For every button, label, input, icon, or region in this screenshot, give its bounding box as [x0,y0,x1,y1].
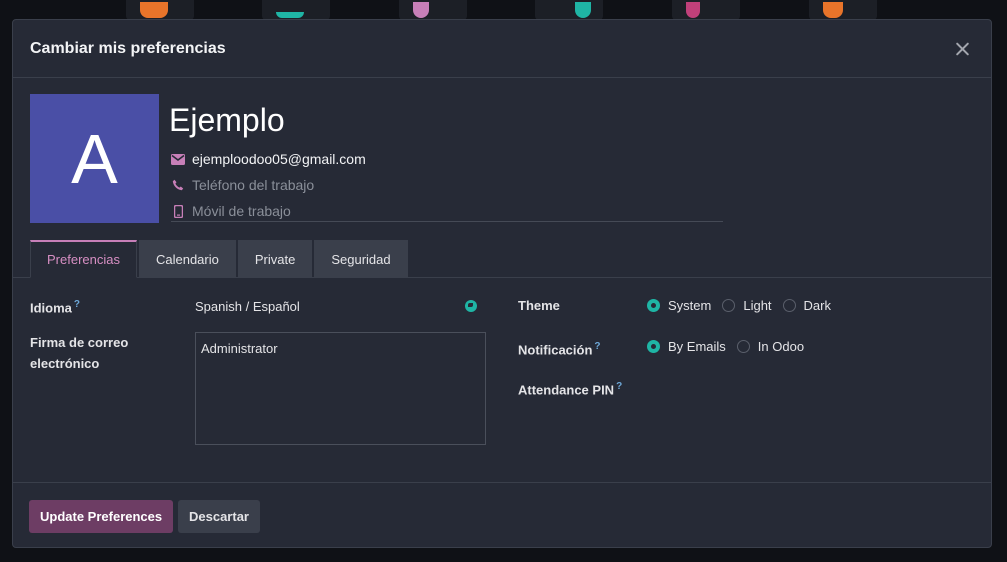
close-icon[interactable] [951,37,975,61]
app-icon [126,0,194,20]
avatar[interactable]: A [30,94,159,223]
work-mobile-row: Móvil de trabajo [171,203,723,222]
language-label: Idioma? [30,299,81,316]
theme-option-light[interactable]: Light [722,298,772,313]
update-preferences-button[interactable]: Update Preferences [29,500,174,533]
theme-radio-group: System Light Dark [647,298,842,313]
signature-field[interactable]: Administrator [195,332,486,445]
radio-unselected-icon [736,340,750,353]
theme-option-dark[interactable]: Dark [782,298,831,313]
notification-radio-group: By Emails In Odoo [647,339,815,354]
notification-option-odoo[interactable]: In Odoo [736,339,805,354]
tab-private[interactable]: Private [237,240,313,278]
app-icon [262,0,330,20]
dialog-title: Cambiar mis preferencias [30,39,226,57]
radio-selected-icon [647,299,660,312]
theme-option-label: System [668,298,712,313]
theme-option-label: Light [743,298,772,313]
preferences-dialog: Cambiar mis preferencias A Ejemplo ejemp… [12,19,992,548]
notification-label: Notificación? [518,341,601,358]
radio-unselected-icon [782,299,796,312]
notification-help-icon[interactable]: ? [594,341,600,352]
app-icon [672,0,740,20]
notification-option-label: In Odoo [757,339,805,354]
radio-unselected-icon [722,299,736,312]
theme-option-system[interactable]: System [647,298,711,313]
app-icon [535,0,603,20]
theme-label: Theme [518,298,560,313]
app-icon [399,0,467,20]
attendance-pin-help-icon[interactable]: ? [616,381,622,392]
globe-icon[interactable] [465,300,477,312]
signature-label: Firma de correo electrónico [30,335,129,371]
language-help-icon[interactable]: ? [74,299,80,310]
tab-bar: Preferencias Calendario Private Segurida… [30,240,410,278]
profile-section: A Ejemplo ejemploodoo05@gmail.com Teléfo… [13,78,991,238]
theme-option-label: Dark [803,298,831,313]
dialog-header: Cambiar mis preferencias [13,20,991,78]
envelope-icon [171,152,185,166]
profile-name: Ejemplo [169,102,285,138]
mobile-icon [171,204,185,218]
notification-option-email[interactable]: By Emails [647,339,726,354]
radio-selected-icon [647,340,660,353]
background-app-icons [0,0,1007,20]
phone-icon [171,178,185,192]
email-text[interactable]: ejemploodoo05@gmail.com [192,151,366,167]
work-phone-row: Teléfono del trabajo [171,177,314,193]
dialog-footer: Update Preferences Descartar [13,482,991,547]
tab-seguridad[interactable]: Seguridad [314,240,408,278]
tab-calendario[interactable]: Calendario [138,240,236,278]
app-icon [809,0,877,20]
notification-option-label: By Emails [668,339,726,354]
language-select[interactable]: Spanish / Español [195,299,300,314]
work-mobile-field[interactable]: Móvil de trabajo [192,203,291,219]
attendance-pin-label: Attendance PIN? [518,381,623,398]
tab-preferencias[interactable]: Preferencias [30,240,137,278]
email-row: ejemploodoo05@gmail.com [171,151,366,167]
discard-button[interactable]: Descartar [178,500,260,533]
work-phone-field[interactable]: Teléfono del trabajo [192,177,314,193]
